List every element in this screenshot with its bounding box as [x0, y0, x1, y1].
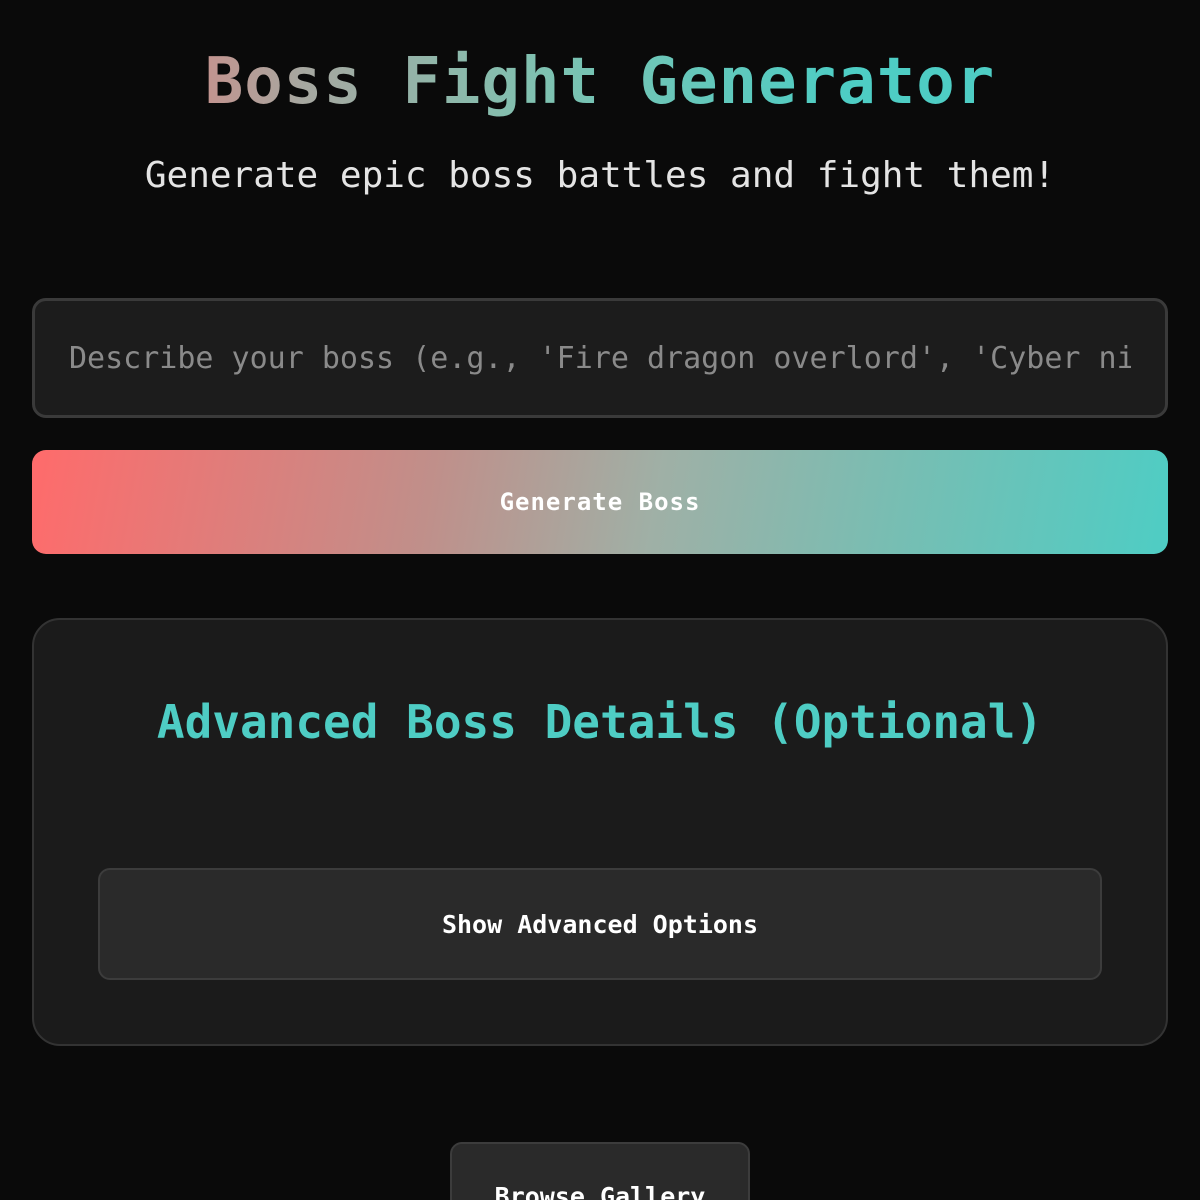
- page-subtitle: Generate epic boss battles and fight the…: [144, 155, 1056, 196]
- advanced-details-card: Advanced Boss Details (Optional) Show Ad…: [32, 618, 1168, 1046]
- boss-generator-page: Boss Fight Generator Generate epic boss …: [0, 0, 1200, 1200]
- show-advanced-options-button[interactable]: Show Advanced Options: [98, 868, 1102, 980]
- advanced-details-title: Advanced Boss Details (Optional): [156, 695, 1044, 749]
- boss-description-input[interactable]: [32, 298, 1168, 418]
- browse-gallery-label: Browse Gallery: [494, 1182, 706, 1200]
- browse-gallery-button[interactable]: Browse Gallery: [450, 1142, 750, 1200]
- page-title: Boss Fight Generator: [0, 40, 1200, 124]
- generate-boss-button[interactable]: Generate Boss: [32, 450, 1168, 554]
